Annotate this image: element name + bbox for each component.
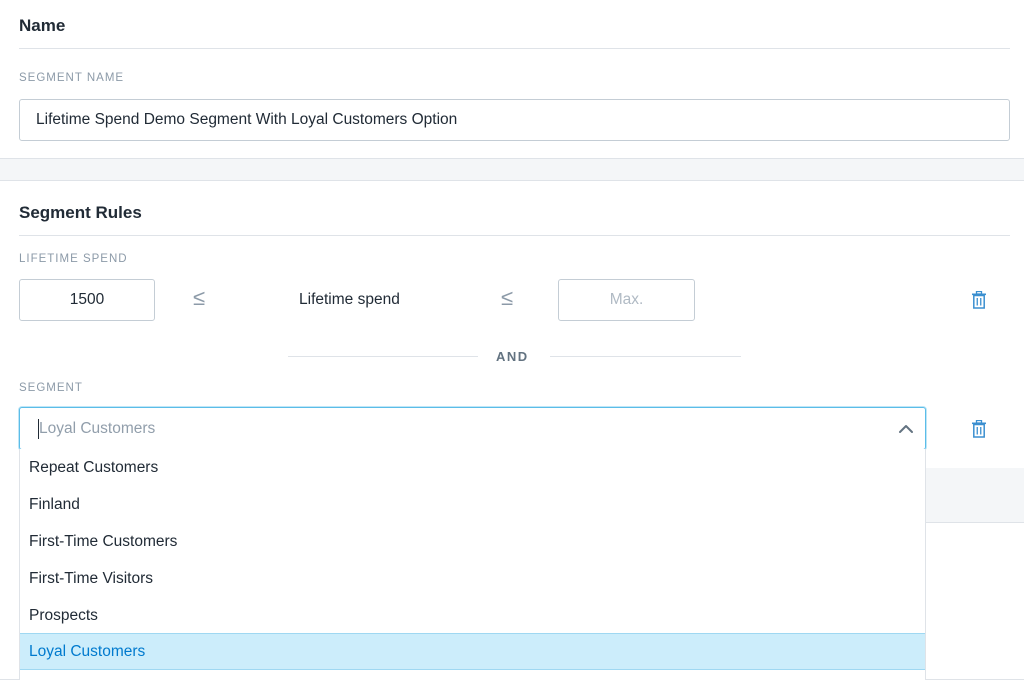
dropdown-option-repeat-customers[interactable]: Repeat Customers [20,449,925,486]
segment-label: SEGMENT [19,382,83,394]
segment-dropdown-list: Repeat Customers Finland First-Time Cust… [19,449,926,680]
and-label: AND [496,349,529,364]
trash-icon[interactable] [971,420,987,438]
lifetime-spend-field-label: Lifetime spend [299,291,400,308]
chevron-up-icon[interactable] [897,420,915,438]
trash-icon[interactable] [971,291,987,309]
less-or-equal-operator-left: ≤ [193,285,206,310]
rules-section-title: Segment Rules [19,203,142,222]
less-or-equal-operator-right: ≤ [501,285,514,310]
dropdown-option-finland[interactable]: Finland [20,486,925,523]
and-line-right [550,356,741,357]
name-card: Name SEGMENT NAME [0,0,1024,159]
and-separator: AND [288,347,741,367]
name-section-title: Name [19,16,66,35]
min-spend-input[interactable]: 1500 [19,279,155,321]
max-spend-input[interactable]: Max. [558,279,695,321]
dropdown-option-loyal-customers[interactable]: Loyal Customers [20,633,925,670]
segment-select-value: Loyal Customers [39,420,156,437]
name-divider [19,48,1010,49]
dropdown-option-first-time-customers[interactable]: First-Time Customers [20,523,925,560]
segment-name-input[interactable] [19,99,1010,141]
segment-select[interactable]: Loyal Customers [19,407,926,450]
lifetime-spend-label: LIFETIME SPEND [19,253,128,265]
background-band [926,468,1024,523]
dropdown-option-prospects[interactable]: Prospects [20,597,925,634]
dropdown-option-first-time-visitors[interactable]: First-Time Visitors [20,560,925,597]
rules-divider [19,235,1010,236]
and-line-left [288,356,478,357]
segment-name-label: SEGMENT NAME [19,72,125,84]
